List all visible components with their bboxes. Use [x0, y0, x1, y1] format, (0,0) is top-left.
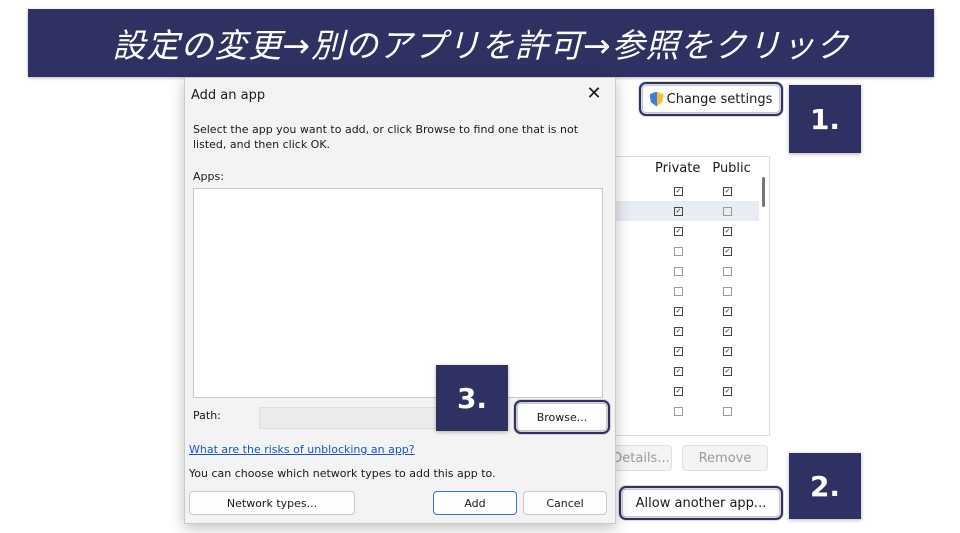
private-checkbox[interactable] — [674, 247, 683, 256]
uac-shield-icon — [649, 91, 664, 107]
details-label: Details... — [612, 450, 670, 466]
browse-label: Browse... — [536, 410, 588, 424]
app-row[interactable]: ✓ ✓ — [611, 321, 759, 341]
column-public: Public — [712, 161, 751, 176]
browse-button[interactable]: Browse... — [514, 400, 610, 434]
dialog-title: Add an app — [191, 88, 266, 103]
add-button[interactable]: Add — [433, 491, 517, 515]
path-input[interactable] — [259, 407, 437, 429]
private-checkbox[interactable]: ✓ — [674, 307, 683, 316]
app-row[interactable]: ✓ ✓ — [611, 221, 759, 241]
app-row[interactable]: ✓ ✓ — [611, 181, 759, 201]
apps-listbox[interactable] — [193, 188, 603, 398]
dialog-instructions: Select the app you want to add, or click… — [193, 123, 579, 151]
add-app-dialog: Add an app ✕ Select the app you want to … — [184, 77, 616, 524]
cancel-button[interactable]: Cancel — [523, 491, 607, 515]
column-headers: Private Public — [655, 161, 751, 176]
public-checkbox[interactable]: ✓ — [723, 247, 732, 256]
change-settings-label: Change settings — [666, 91, 773, 107]
private-checkbox[interactable]: ✓ — [674, 387, 683, 396]
network-types-info: You can choose which network types to ad… — [189, 467, 496, 480]
callout-step-3: 3. — [436, 365, 508, 431]
private-checkbox[interactable]: ✓ — [674, 367, 683, 376]
allow-another-app-button[interactable]: Allow another app... — [619, 486, 783, 520]
public-checkbox[interactable]: ✓ — [723, 347, 732, 356]
banner-text: 設定の変更→別のアプリを許可→参照をクリック — [112, 26, 850, 65]
callout-2-text: 2. — [809, 469, 841, 503]
add-label: Add — [464, 496, 486, 510]
public-checkbox[interactable] — [723, 207, 732, 216]
network-types-button[interactable]: Network types... — [189, 491, 355, 515]
private-checkbox[interactable] — [674, 287, 683, 296]
callout-3-text: 3. — [456, 381, 488, 415]
list-scrollbar[interactable] — [762, 177, 765, 207]
public-checkbox[interactable]: ✓ — [723, 327, 732, 336]
callout-1-text: 1. — [809, 102, 841, 136]
app-row[interactable]: ✓ ✓ — [611, 361, 759, 381]
details-button[interactable]: Details... — [610, 445, 672, 471]
column-private: Private — [655, 161, 701, 176]
allowed-apps-list[interactable]: Private Public ✓ ✓ ✓ ✓ ✓ ✓ ✓ ✓ ✓ ✓ ✓ ✓ ✓ ✓ ✓ ✓ — [610, 156, 770, 436]
private-checkbox[interactable]: ✓ — [674, 187, 683, 196]
app-row[interactable] — [611, 281, 759, 301]
private-checkbox[interactable] — [674, 407, 683, 416]
callout-step-2: 2. — [789, 453, 861, 519]
allow-another-app-label: Allow another app... — [635, 495, 767, 511]
app-row[interactable]: ✓ — [611, 241, 759, 261]
public-checkbox[interactable]: ✓ — [723, 387, 732, 396]
risks-link[interactable]: What are the risks of unblocking an app? — [189, 443, 415, 456]
change-settings-button[interactable]: Change settings — [639, 82, 783, 116]
instruction-banner: 設定の変更→別のアプリを許可→参照をクリック — [28, 9, 934, 77]
public-checkbox[interactable] — [723, 407, 732, 416]
private-checkbox[interactable] — [674, 267, 683, 276]
app-row[interactable]: ✓ ✓ — [611, 381, 759, 401]
remove-label: Remove — [698, 450, 752, 466]
app-row[interactable] — [611, 401, 759, 421]
public-checkbox[interactable] — [723, 287, 732, 296]
path-label: Path: — [193, 409, 221, 422]
remove-button[interactable]: Remove — [682, 445, 768, 471]
public-checkbox[interactable]: ✓ — [723, 187, 732, 196]
public-checkbox[interactable] — [723, 267, 732, 276]
public-checkbox[interactable]: ✓ — [723, 367, 732, 376]
private-checkbox[interactable]: ✓ — [674, 327, 683, 336]
private-checkbox[interactable]: ✓ — [674, 227, 683, 236]
private-checkbox[interactable]: ✓ — [674, 347, 683, 356]
app-row[interactable]: ✓ ✓ — [611, 301, 759, 321]
public-checkbox[interactable]: ✓ — [723, 227, 732, 236]
close-icon[interactable]: ✕ — [581, 82, 607, 108]
public-checkbox[interactable]: ✓ — [723, 307, 732, 316]
apps-label: Apps: — [193, 170, 224, 183]
callout-step-1: 1. — [789, 85, 861, 153]
cancel-label: Cancel — [546, 496, 584, 510]
network-types-label: Network types... — [226, 496, 318, 510]
private-checkbox[interactable]: ✓ — [674, 207, 683, 216]
app-row[interactable]: ✓ ✓ — [611, 341, 759, 361]
app-row[interactable] — [611, 261, 759, 281]
app-row[interactable]: ✓ — [611, 201, 759, 221]
